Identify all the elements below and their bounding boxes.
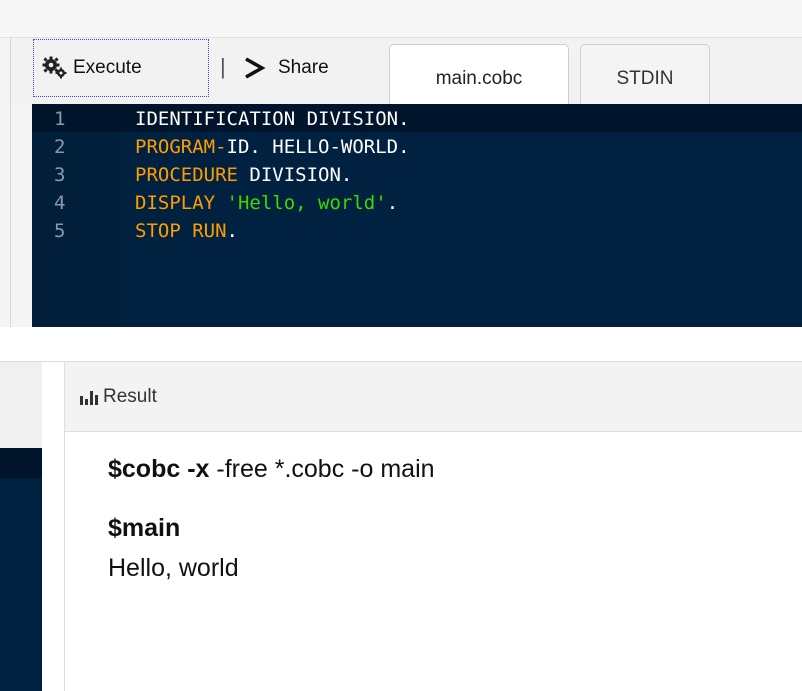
compile-command-flag: -x <box>187 455 210 483</box>
compile-command: $cobc -x -free *.cobc -o main <box>108 455 435 484</box>
section-gap <box>0 327 802 361</box>
code-text: PROGRAM-ID. HELLO-WORLD. <box>135 134 410 160</box>
code-line[interactable]: 5 STOP RUN. <box>32 218 802 244</box>
compile-command-prefix: $cobc <box>108 455 188 483</box>
editor-toolbar: Execute | Share main.cobc STDIN <box>11 38 802 104</box>
line-number: 3 <box>54 164 66 186</box>
share-label: Share <box>278 57 329 78</box>
result-output: $cobc -x -free *.cobc -o main $main Hell… <box>64 432 802 691</box>
bar-chart-icon <box>80 390 98 405</box>
gears-icon <box>42 56 67 79</box>
result-title: Result <box>103 385 157 407</box>
keyword-token: STOP RUN <box>135 220 227 242</box>
code-line[interactable]: 1 IDENTIFICATION DIVISION. <box>32 106 802 132</box>
line-number: 2 <box>54 136 66 158</box>
editor-preview-dark <box>0 448 42 691</box>
code-editor[interactable]: 1 IDENTIFICATION DIVISION. 2 PROGRAM-ID. HE… <box>32 104 802 327</box>
code-text: STOP RUN. <box>135 218 238 244</box>
code-editor-panel: Execute | Share main.cobc STDIN 1 IDENTIF… <box>0 0 802 327</box>
line-number: 4 <box>54 192 66 214</box>
line-number: 5 <box>54 220 66 242</box>
result-header: Result <box>64 362 802 432</box>
line-number: 1 <box>54 108 66 130</box>
share-arrow-icon <box>245 57 266 79</box>
toolbar-separator: | <box>220 54 226 79</box>
code-line[interactable]: 2 PROGRAM-ID. HELLO-WORLD. <box>32 134 802 160</box>
code-token: WORLD <box>340 136 399 158</box>
code-token: IDENTIFICATION DIVISION. <box>135 108 410 130</box>
code-token: . <box>398 136 410 158</box>
share-button[interactable]: Share <box>242 39 329 97</box>
editor-preview-highlight <box>0 448 42 478</box>
code-line[interactable]: 3 PROCEDURE DIVISION. <box>32 162 802 188</box>
code-line[interactable]: 4 DISPLAY 'Hello, world'. <box>32 190 802 216</box>
code-token: ID. HELLO- <box>226 136 341 158</box>
execute-button[interactable]: Execute <box>33 39 209 97</box>
code-text: IDENTIFICATION DIVISION. <box>135 106 410 132</box>
tab-stdin[interactable]: STDIN <box>580 44 710 104</box>
code-text: PROCEDURE DIVISION. <box>135 162 352 188</box>
code-token: DIVISION. <box>237 164 353 186</box>
keyword-token: PROGRAM- <box>135 136 227 158</box>
run-command: $main <box>108 514 181 542</box>
code-text: DISPLAY 'Hello, world'. <box>135 190 398 216</box>
program-output: Hello, world <box>108 554 239 582</box>
top-strip <box>0 0 802 38</box>
tab-main-cobc[interactable]: main.cobc <box>389 44 569 104</box>
execute-label: Execute <box>73 57 142 78</box>
code-token: . <box>226 220 238 242</box>
compile-command-rest: -free *.cobc -o main <box>209 455 435 483</box>
keyword-token: PROCEDURE <box>135 164 238 186</box>
keyword-token: DISPLAY <box>135 192 216 214</box>
code-token: . <box>386 192 399 214</box>
string-token: 'Hello, world' <box>226 192 387 214</box>
